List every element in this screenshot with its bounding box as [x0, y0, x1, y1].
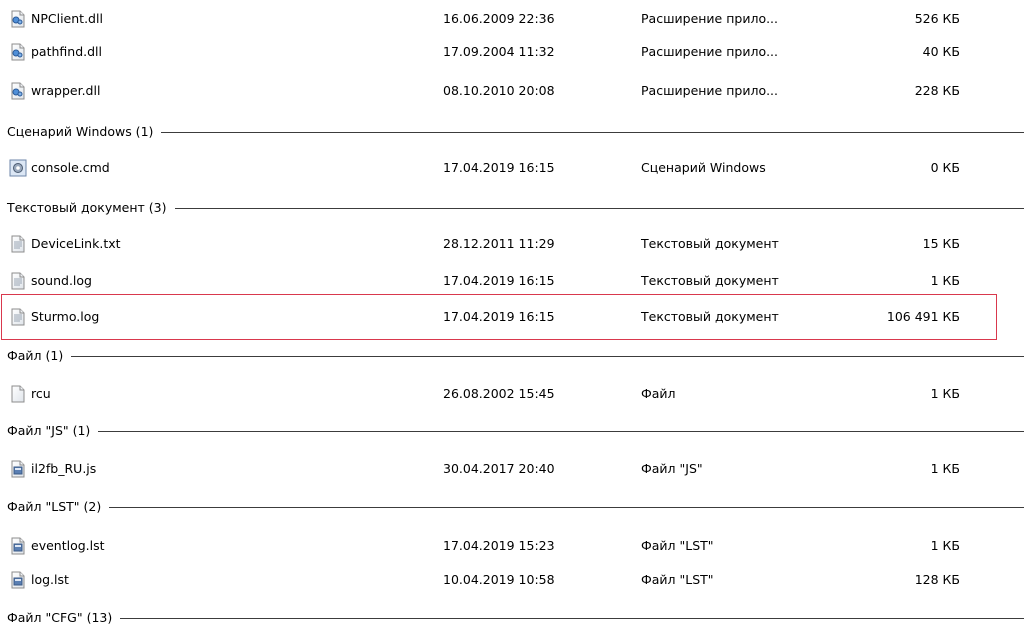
file-name: log.lst — [31, 572, 69, 587]
file-size: 106 491 КБ — [886, 309, 960, 324]
cmd-script-icon — [9, 159, 27, 177]
file-size: 526 КБ — [914, 11, 960, 26]
file-date: 16.06.2009 22:36 — [443, 11, 555, 26]
file-type: Текстовый документ — [641, 236, 779, 251]
file-name: pathfind.dll — [31, 44, 103, 59]
group-divider — [7, 618, 1024, 619]
list-item[interactable]: sound.log 17.04.2019 16:15 Текстовый док… — [0, 265, 1024, 297]
file-date: 28.12.2011 11:29 — [443, 236, 555, 251]
group-header-windows-script[interactable]: Сценарий Windows (1) — [0, 122, 1024, 142]
file-type: Расширение прило... — [641, 11, 779, 26]
group-header-lst[interactable]: Файл "LST" (2) — [0, 497, 1024, 517]
group-divider — [7, 356, 1024, 357]
file-type: Расширение прило... — [641, 83, 779, 98]
group-label: Сценарий Windows (1) — [7, 122, 162, 142]
list-item[interactable]: console.cmd 17.04.2019 16:15 Сценарий Wi… — [0, 152, 1024, 184]
group-header-cfg[interactable]: Файл "CFG" (13) — [0, 608, 1024, 628]
file-size: 40 КБ — [922, 44, 960, 59]
file-type: Расширение прило... — [641, 44, 779, 59]
list-item[interactable]: DeviceLink.txt 28.12.2011 11:29 Текстовы… — [0, 228, 1024, 260]
list-item[interactable]: NPClient.dll 16.06.2009 22:36 Расширение… — [0, 3, 1024, 35]
file-name: eventlog.lst — [31, 538, 105, 553]
list-item[interactable]: eventlog.lst 17.04.2019 15:23 Файл "LST"… — [0, 530, 1024, 562]
dll-file-icon — [9, 82, 27, 100]
group-label: Файл (1) — [7, 346, 72, 366]
group-header-js[interactable]: Файл "JS" (1) — [0, 421, 1024, 441]
list-item[interactable]: pathfind.dll 17.09.2004 11:32 Расширение… — [0, 36, 1024, 68]
file-size: 15 КБ — [922, 236, 960, 251]
list-item-selected[interactable]: Sturmo.log 17.04.2019 16:15 Текстовый до… — [0, 301, 1024, 333]
file-date: 17.09.2004 11:32 — [443, 44, 555, 59]
file-type: Файл "JS" — [641, 461, 703, 476]
group-label: Файл "CFG" (13) — [7, 608, 121, 628]
file-name: rcu — [31, 386, 51, 401]
list-item[interactable]: il2fb_RU.js 30.04.2017 20:40 Файл "JS" 1… — [0, 453, 1024, 485]
file-date: 17.04.2019 16:15 — [443, 309, 555, 324]
file-size: 0 КБ — [930, 160, 960, 175]
file-name: sound.log — [31, 273, 92, 288]
file-type: Сценарий Windows — [641, 160, 766, 175]
file-size: 1 КБ — [930, 273, 960, 288]
file-name: NPClient.dll — [31, 11, 103, 26]
text-file-icon — [9, 308, 27, 326]
blank-file-icon — [9, 385, 27, 403]
file-date: 17.04.2019 16:15 — [443, 273, 555, 288]
lst-file-icon — [9, 571, 27, 589]
dll-file-icon — [9, 43, 27, 61]
text-file-icon — [9, 272, 27, 290]
file-name: console.cmd — [31, 160, 110, 175]
file-size: 1 КБ — [930, 461, 960, 476]
js-file-icon — [9, 460, 27, 478]
file-type: Файл — [641, 386, 676, 401]
group-label: Файл "LST" (2) — [7, 497, 110, 517]
file-date: 08.10.2010 20:08 — [443, 83, 555, 98]
file-size: 228 КБ — [914, 83, 960, 98]
file-date: 17.04.2019 16:15 — [443, 160, 555, 175]
list-item[interactable]: wrapper.dll 08.10.2010 20:08 Расширение … — [0, 75, 1024, 107]
file-type: Файл "LST" — [641, 538, 714, 553]
group-label: Файл "JS" (1) — [7, 421, 99, 441]
file-date: 30.04.2017 20:40 — [443, 461, 555, 476]
file-type: Текстовый документ — [641, 273, 779, 288]
group-header-file[interactable]: Файл (1) — [0, 346, 1024, 366]
file-size: 1 КБ — [930, 386, 960, 401]
list-item[interactable]: rcu 26.08.2002 15:45 Файл 1 КБ — [0, 378, 1024, 410]
file-size: 1 КБ — [930, 538, 960, 553]
file-name: il2fb_RU.js — [31, 461, 97, 476]
file-date: 10.04.2019 10:58 — [443, 572, 555, 587]
text-file-icon — [9, 235, 27, 253]
file-type: Текстовый документ — [641, 309, 779, 324]
file-type: Файл "LST" — [641, 572, 714, 587]
file-name: Sturmo.log — [31, 309, 100, 324]
dll-file-icon — [9, 10, 27, 28]
file-size: 128 КБ — [914, 572, 960, 587]
group-header-text-document[interactable]: Текстовый документ (3) — [0, 198, 1024, 218]
group-label: Текстовый документ (3) — [7, 198, 175, 218]
group-divider — [7, 431, 1024, 432]
list-item[interactable]: log.lst 10.04.2019 10:58 Файл "LST" 128 … — [0, 564, 1024, 596]
file-date: 26.08.2002 15:45 — [443, 386, 555, 401]
group-divider — [7, 507, 1024, 508]
lst-file-icon — [9, 537, 27, 555]
file-name: wrapper.dll — [31, 83, 101, 98]
file-date: 17.04.2019 15:23 — [443, 538, 555, 553]
file-name: DeviceLink.txt — [31, 236, 121, 251]
